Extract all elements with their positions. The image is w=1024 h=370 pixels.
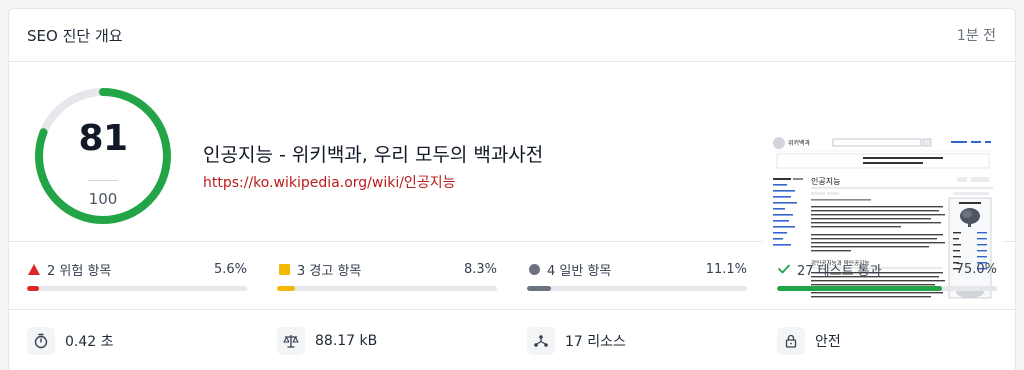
issue-warning[interactable]: 3 경고 항목 8.3% <box>277 260 497 291</box>
stat-security: 안전 <box>777 327 841 355</box>
issue-warning-label: 3 경고 항목 <box>297 263 362 279</box>
issue-passed[interactable]: 27 테스트 통과 75.0% <box>777 260 997 291</box>
page-title: 인공지능 - 위키백과, 우리 모두의 백과사전 <box>203 144 544 166</box>
stat-page-size: 88.17 kB <box>277 327 377 355</box>
issue-passed-bar <box>777 286 997 291</box>
stat-security-value: 안전 <box>815 334 841 350</box>
issue-critical[interactable]: 2 위험 항목 5.6% <box>27 260 247 291</box>
score-divider <box>88 180 118 181</box>
lock-icon <box>777 327 805 355</box>
scale-icon <box>277 327 305 355</box>
card-title: SEO 진단 개요 <box>27 26 123 45</box>
issue-info-bar <box>527 286 747 291</box>
issues-section: 2 위험 항목 5.6% 3 경고 항목 8.3% 4 일반 항목 11.1% … <box>9 242 1015 310</box>
square-warning-icon <box>277 262 291 276</box>
issue-info[interactable]: 4 일반 항목 11.1% <box>527 260 747 291</box>
thumbnail-site-name: 위키백과 <box>788 139 811 147</box>
issue-warning-bar-fill <box>277 286 296 291</box>
issue-critical-percent: 5.6% <box>213 261 247 277</box>
score-gauge: 81 100 <box>33 86 173 226</box>
last-updated-time: 1분 전 <box>956 28 996 44</box>
triangle-warning-icon <box>27 262 41 276</box>
issue-critical-bar <box>27 286 247 291</box>
issue-warning-percent: 8.3% <box>463 261 497 277</box>
thumbnail-heading: 인공지능 <box>811 176 840 186</box>
card-header: SEO 진단 개요 1분 전 <box>9 9 1015 62</box>
score-max: 100 <box>88 190 118 208</box>
score-value: 81 <box>78 118 128 159</box>
stat-load-time-value: 0.42 초 <box>65 334 114 350</box>
issue-critical-label: 2 위험 항목 <box>47 263 112 279</box>
issue-passed-bar-fill <box>777 286 942 291</box>
stat-resources: 17 리소스 <box>527 327 626 355</box>
page-url-link[interactable]: https://ko.wikipedia.org/wiki/인공지능 <box>203 172 455 192</box>
issue-info-label: 4 일반 항목 <box>547 263 612 279</box>
seo-overview-card: SEO 진단 개요 1분 전 81 100 인공지능 - 위키백과, 우리 모두… <box>8 8 1016 370</box>
issue-warning-bar <box>277 286 497 291</box>
issue-info-percent: 11.1% <box>705 261 747 277</box>
stopwatch-icon <box>27 327 55 355</box>
check-icon <box>777 262 791 276</box>
stat-page-size-value: 88.17 kB <box>315 333 378 349</box>
issue-passed-percent: 75.0% <box>955 261 997 277</box>
stat-load-time: 0.42 초 <box>27 327 114 355</box>
network-icon <box>527 327 555 355</box>
stats-section: 0.42 초 88.17 kB 17 리소스 안전 <box>9 310 1015 370</box>
issue-info-bar-fill <box>527 286 552 291</box>
issue-critical-bar-fill <box>27 286 40 291</box>
overview-section: 81 100 인공지능 - 위키백과, 우리 모두의 백과사전 https://… <box>9 62 1015 300</box>
issue-passed-label: 27 테스트 통과 <box>797 263 882 279</box>
circle-info-icon <box>527 262 541 276</box>
stat-resources-value: 17 리소스 <box>565 334 626 350</box>
